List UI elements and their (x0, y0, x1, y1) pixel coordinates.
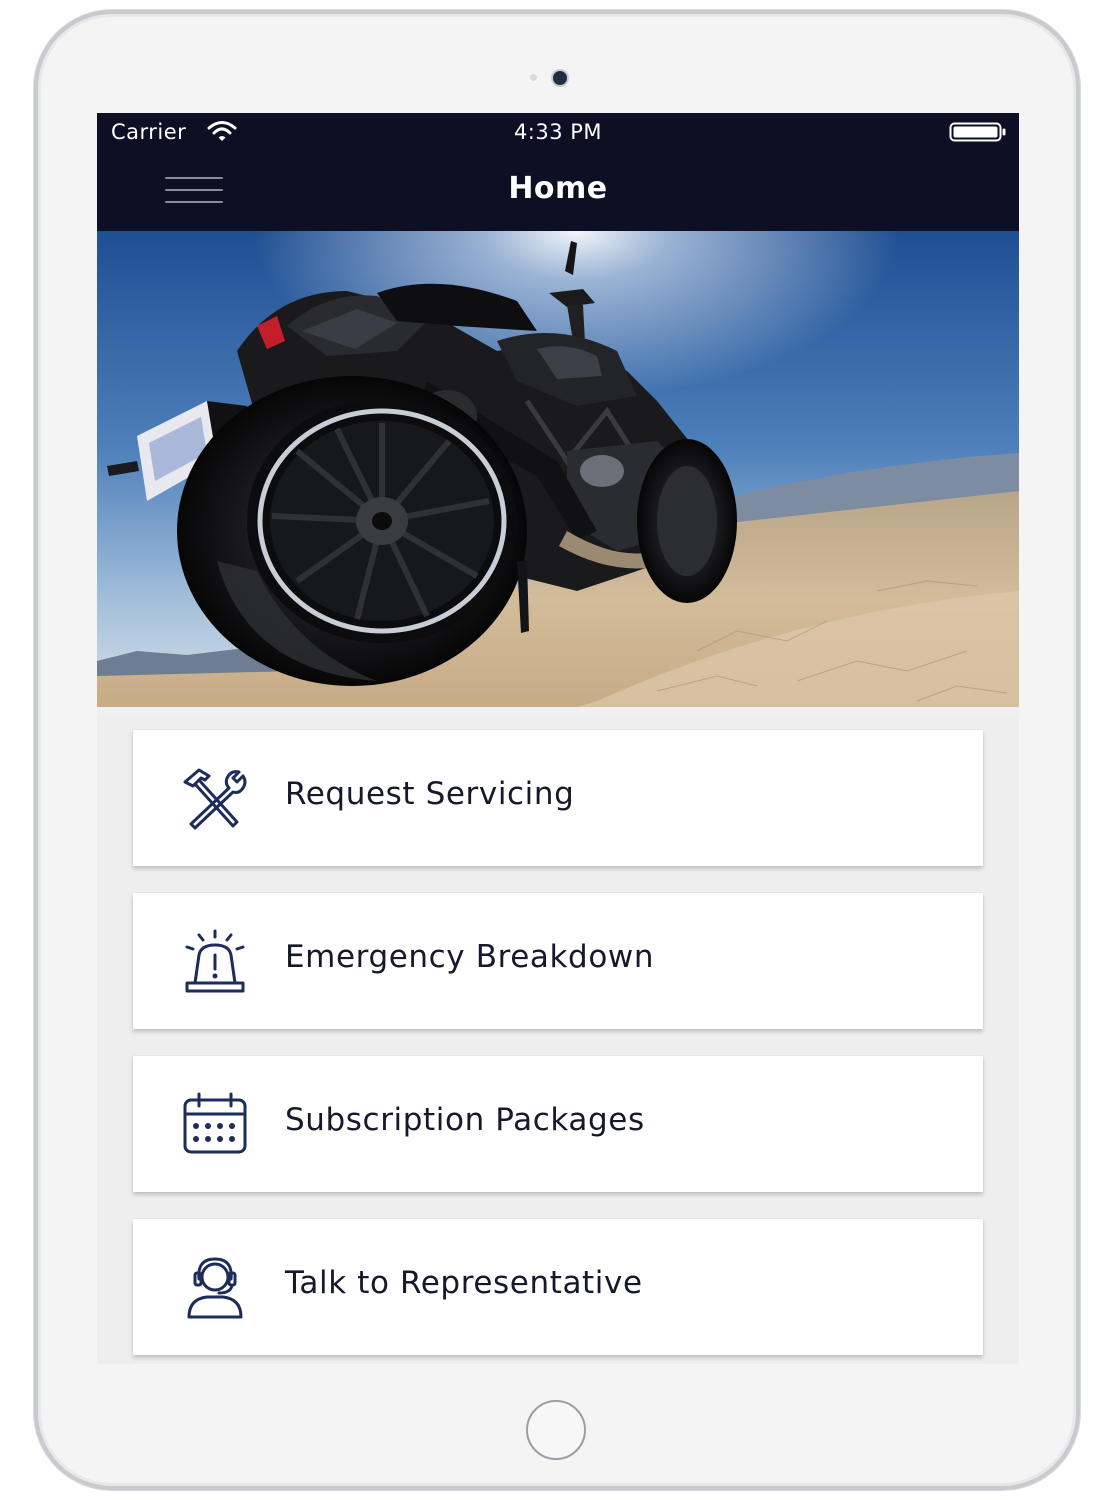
headset-icon (187, 1257, 243, 1319)
subscription-packages-button[interactable]: Subscription Packages (133, 1056, 983, 1192)
page-title: Home (508, 171, 608, 206)
status-bar: Carrier 4:33 PM (97, 113, 1019, 151)
home-menu-list: Request Servicing Emergency Breakdown Su… (97, 715, 1019, 1364)
menu-item-label: Emergency Breakdown (285, 939, 655, 975)
tools-icon (183, 768, 247, 830)
siren-icon (185, 929, 245, 993)
status-time: 4:33 PM (513, 120, 603, 144)
battery-icon (949, 122, 1006, 142)
home-button[interactable] (526, 1400, 586, 1460)
app-screen: Carrier 4:33 PM Home Request Servicing E… (97, 113, 1019, 1364)
menu-item-label: Subscription Packages (285, 1102, 645, 1138)
camera-icon (553, 71, 567, 85)
menu-item-label: Talk to Representative (285, 1265, 643, 1301)
menu-item-label: Request Servicing (285, 776, 575, 812)
request-servicing-button[interactable]: Request Servicing (133, 730, 983, 866)
calendar-icon (183, 1092, 247, 1154)
emergency-breakdown-button[interactable]: Emergency Breakdown (133, 893, 983, 1029)
navigation-bar: Home (97, 151, 1019, 231)
light-sensor (530, 74, 537, 81)
hero-motorcycle-image (97, 231, 1019, 707)
talk-to-representative-button[interactable]: Talk to Representative (133, 1219, 983, 1355)
